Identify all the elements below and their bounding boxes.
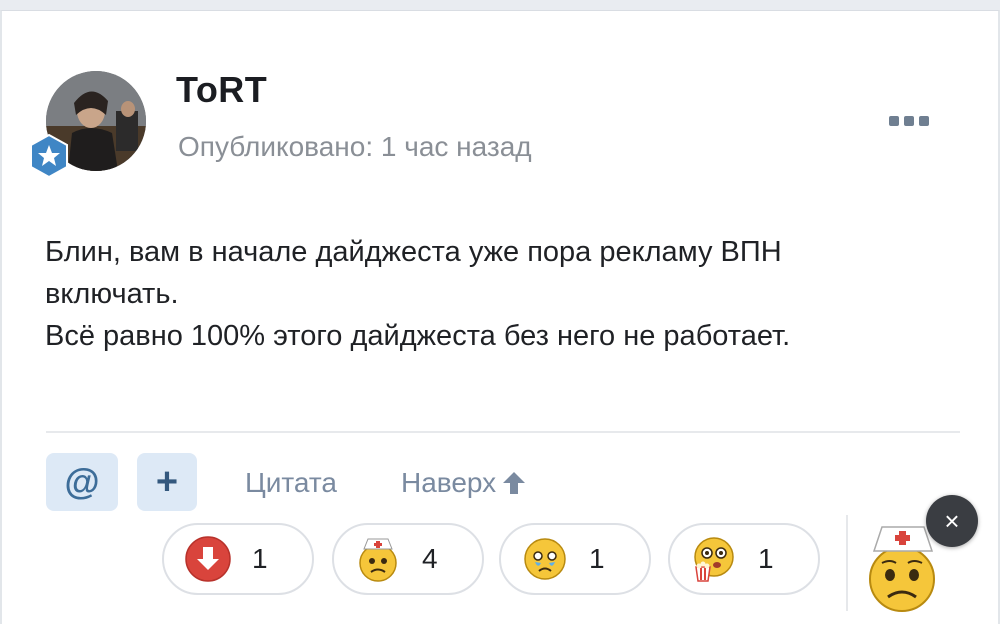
downvote-icon (185, 536, 231, 582)
post-body: Блин, вам в начале дайджеста уже пора ре… (45, 231, 945, 357)
arrow-up-icon (503, 472, 526, 494)
crying-face-icon (524, 538, 566, 580)
add-button[interactable]: + (137, 453, 197, 511)
post-body-line: Всё равно 100% этого дайджеста без него … (45, 320, 791, 352)
close-button[interactable]: × (926, 495, 978, 547)
scroll-top-link[interactable]: Наверх (401, 467, 526, 499)
reactions-separator (846, 515, 848, 611)
reaction-nurse-face[interactable]: 4 (332, 523, 484, 595)
more-dot-icon (904, 116, 914, 126)
reaction-count: 1 (252, 543, 268, 574)
reaction-popcorn-face[interactable]: 1 (668, 523, 820, 595)
post-body-line: Блин, вам в начале дайджеста уже пора ре… (45, 236, 782, 268)
nurse-hat-face-icon (359, 538, 397, 582)
reaction-crying-face[interactable]: 1 (499, 523, 651, 595)
reaction-count: 4 (422, 543, 438, 574)
more-dot-icon (919, 116, 929, 126)
more-dot-icon (889, 116, 899, 126)
popcorn-face-icon (694, 537, 734, 582)
verified-star-badge-icon (26, 133, 72, 179)
post-timestamp: Опубликовано: 1 час назад (178, 131, 532, 162)
post-card: ToRT Опубликовано: 1 час назад Блин, вам… (0, 10, 1000, 624)
quote-link[interactable]: Цитата (245, 467, 337, 499)
scroll-top-label: Наверх (401, 467, 497, 498)
reaction-count: 1 (758, 543, 774, 574)
reaction-downvote[interactable]: 1 (162, 523, 314, 595)
post-body-line: включать. (45, 278, 179, 310)
mention-button[interactable]: @ (46, 453, 118, 511)
reaction-count: 1 (589, 543, 605, 574)
post-author[interactable]: ToRT (176, 69, 267, 111)
more-options-button[interactable] (886, 111, 932, 131)
divider (46, 431, 960, 433)
